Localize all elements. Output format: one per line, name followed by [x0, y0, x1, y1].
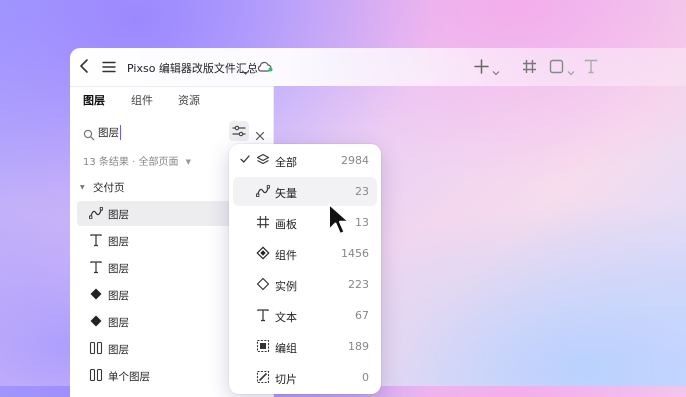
layer-type-filter-menu: 全部 2984 矢量 23 画板 13 组件 1456 实例 223 文本 67…	[229, 144, 381, 394]
component-icon	[89, 287, 103, 301]
text-icon	[89, 260, 103, 274]
filter-item-count: 67	[355, 309, 369, 322]
text-icon	[256, 308, 270, 322]
layer-label: 图层	[108, 290, 129, 302]
slice-icon	[256, 370, 270, 384]
filter-item-label: 编组	[275, 342, 297, 355]
menu-icon[interactable]	[102, 59, 116, 73]
plus-icon[interactable]	[474, 59, 489, 74]
text-tool-icon[interactable]	[584, 59, 598, 74]
results-summary[interactable]: 13 条结果 · 全部页面 ▼	[83, 153, 191, 168]
filter-item-label: 组件	[275, 249, 297, 262]
cloud-sync-icon	[256, 59, 274, 73]
filter-item-count: 23	[355, 185, 369, 198]
filter-item-label: 全部	[275, 156, 297, 169]
layer-label: 图层	[108, 263, 129, 275]
filter-item-instance[interactable]: 实例 223	[233, 270, 377, 299]
columns-icon	[89, 341, 103, 355]
filter-icon	[232, 125, 246, 137]
layer-label: 单个图层	[108, 371, 150, 383]
component-icon	[256, 246, 270, 260]
file-title[interactable]: Pixso 编辑器改版文件汇总	[127, 60, 258, 76]
layer-search-bar: 图层	[76, 120, 266, 144]
filter-item-count: 1456	[341, 247, 369, 260]
filter-item-label: 实例	[275, 280, 297, 293]
caret-down-icon: ▼	[80, 184, 85, 191]
filter-item-label: 画板	[275, 218, 297, 231]
text-icon	[89, 233, 103, 247]
filter-item-count: 2984	[341, 154, 369, 167]
layers-icon	[256, 153, 270, 167]
group-icon	[256, 339, 270, 353]
filter-item-label: 矢量	[275, 187, 297, 200]
section-label: 交付页	[92, 182, 125, 194]
shape-menu-chevron-icon[interactable]	[567, 62, 575, 76]
close-icon[interactable]	[255, 126, 265, 141]
filter-button[interactable]	[229, 121, 249, 141]
results-summary-text: 13 条结果 · 全部页面	[83, 157, 179, 168]
filter-item-all[interactable]: 全部 2984	[233, 146, 377, 175]
filter-item-text[interactable]: 文本 67	[233, 301, 377, 330]
layer-label: 图层	[108, 344, 129, 356]
mouse-cursor-icon	[326, 202, 358, 238]
filter-item-group[interactable]: 编组 189	[233, 332, 377, 361]
filter-item-component[interactable]: 组件 1456	[233, 239, 377, 268]
check-icon	[239, 153, 251, 165]
filter-item-count: 0	[362, 371, 369, 384]
tab-layers[interactable]: 图层	[83, 92, 105, 108]
frame-icon[interactable]	[522, 59, 537, 74]
filter-item-count: 189	[348, 340, 369, 353]
shape-icon[interactable]	[549, 59, 564, 74]
plus-menu-chevron-icon[interactable]	[492, 62, 500, 76]
instance-icon	[256, 277, 270, 291]
filter-item-label: 切片	[275, 373, 297, 386]
tab-assets[interactable]: 资源	[178, 92, 200, 108]
vector-icon	[89, 206, 104, 220]
layer-label: 图层	[108, 209, 129, 221]
chevron-down-icon[interactable]	[241, 62, 250, 75]
section-header[interactable]: ▼ 交付页	[80, 180, 124, 195]
filter-item-count: 223	[348, 278, 369, 291]
caret-down-icon: ▼	[185, 158, 192, 166]
back-icon[interactable]	[78, 58, 92, 74]
columns-icon	[89, 368, 103, 382]
tab-components[interactable]: 组件	[131, 92, 153, 108]
frame-icon	[256, 215, 270, 229]
component-icon	[89, 314, 103, 328]
filter-item-slice[interactable]: 切片 0	[233, 363, 377, 392]
filter-item-label: 文本	[275, 311, 297, 324]
search-input[interactable]: 图层	[98, 125, 121, 140]
layer-label: 图层	[108, 317, 129, 329]
layer-label: 图层	[108, 236, 129, 248]
search-icon	[83, 126, 95, 141]
vector-icon	[256, 184, 271, 198]
